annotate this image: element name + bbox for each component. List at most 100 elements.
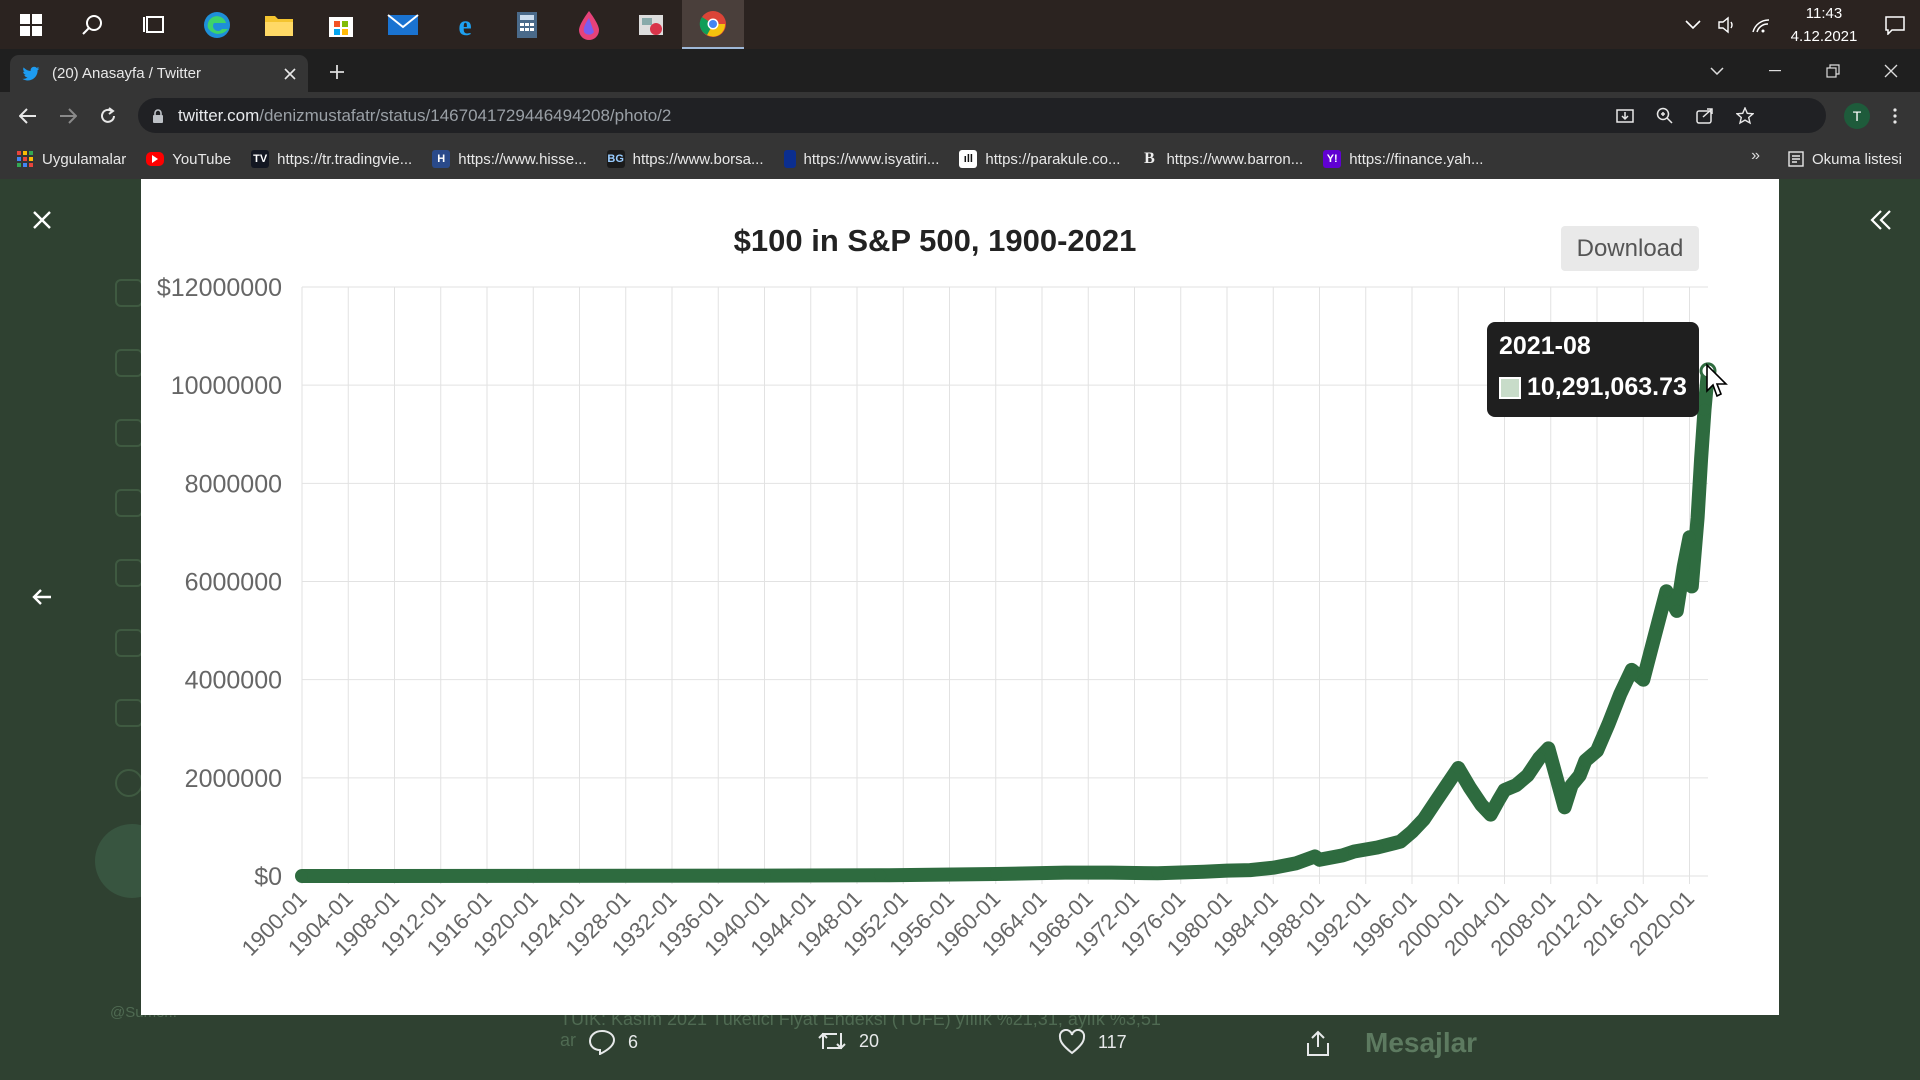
hisse-icon: H	[432, 150, 451, 168]
arrow-right-icon	[60, 108, 77, 124]
close-window-button[interactable]	[1862, 49, 1920, 92]
bookmark-label: https://parakule.co...	[985, 150, 1121, 168]
tab-close-icon[interactable]	[284, 67, 296, 80]
more-icon	[115, 769, 143, 797]
install-app-icon[interactable]	[1610, 102, 1640, 130]
bookmark-youtube[interactable]: YouTube	[146, 151, 231, 168]
close-photo-button[interactable]	[28, 206, 56, 234]
data-point	[1371, 841, 1384, 854]
bookmark-label: YouTube	[172, 150, 232, 168]
paint-drop-icon[interactable]	[558, 0, 620, 49]
browser-tab-twitter[interactable]: (20) Anasayfa / Twitter	[10, 55, 308, 92]
clock-time: 11:43	[1805, 4, 1843, 22]
chrome-icon[interactable]	[682, 0, 744, 49]
notification-icon[interactable]	[1870, 0, 1920, 49]
chart-series	[295, 362, 1717, 883]
expand-sidebar-button[interactable]	[1866, 206, 1896, 234]
kebab-menu-icon[interactable]	[1880, 100, 1910, 132]
bookmark-apps[interactable]: Uygulamalar	[16, 150, 126, 168]
taskbar-clock[interactable]: 11:43 4.12.2021	[1784, 2, 1864, 48]
data-point	[1602, 717, 1615, 730]
data-point	[1221, 864, 1233, 877]
data-point	[1670, 604, 1683, 617]
reply-count: 6	[628, 1031, 639, 1052]
data-point	[1348, 845, 1361, 858]
new-tab-button[interactable]	[322, 57, 352, 87]
calculator-icon[interactable]	[496, 0, 558, 49]
store-icon[interactable]	[310, 0, 372, 49]
edge-icon[interactable]	[186, 0, 248, 49]
windows-taskbar: e 11:43 4.12.2021	[0, 0, 1920, 49]
close-icon	[33, 211, 51, 229]
y-tick-label: 8000000	[185, 470, 282, 498]
previous-photo-button[interactable]	[28, 583, 56, 611]
data-point	[1406, 825, 1418, 838]
internet-explorer-icon[interactable]: e	[434, 0, 496, 49]
bookmark-isyatirim[interactable]: https://www.isyatiri...	[783, 150, 939, 168]
bookmark-star-icon[interactable]	[1730, 102, 1760, 130]
bookmarks-bar: Uygulamalar YouTube TV https://tr.tradin…	[0, 139, 1920, 179]
reply-icon	[588, 1029, 616, 1055]
profile-avatar[interactable]: T	[1844, 103, 1870, 129]
data-point	[1591, 744, 1603, 757]
mail-icon[interactable]	[372, 0, 434, 49]
bookmark-parakule[interactable]: ıll https://parakule.co...	[959, 150, 1120, 168]
home-icon	[115, 279, 143, 307]
zoom-icon[interactable]	[1650, 102, 1680, 130]
task-view-icon[interactable]	[124, 0, 186, 49]
bookmark-hisse[interactable]: H https://www.hisse...	[432, 150, 587, 168]
bookmark-barrons[interactable]: B https://www.barron...	[1140, 150, 1303, 168]
reading-list-button[interactable]: Okuma listesi	[1788, 139, 1902, 179]
folder-icon[interactable]	[248, 0, 310, 49]
chevron-down-icon	[1710, 66, 1724, 75]
bookmark-borsa[interactable]: BG https://www.borsa...	[606, 150, 764, 168]
snip-tool-icon[interactable]	[620, 0, 682, 49]
volume-icon[interactable]	[1710, 0, 1744, 49]
data-point	[1151, 867, 1164, 880]
barrons-icon: B	[1144, 150, 1155, 167]
data-point	[1542, 742, 1555, 755]
retweet-button[interactable]: 20	[817, 1029, 879, 1053]
reading-list-label: Okuma listesi	[1811, 150, 1902, 168]
bookmark-yahoo-finance[interactable]: Y! https://finance.yah...	[1323, 150, 1483, 168]
restore-button[interactable]	[1804, 49, 1862, 92]
address-bar[interactable]: twitter.com/denizmustafatr/status/146704…	[138, 98, 1826, 133]
bookmark-label: https://www.borsa...	[632, 150, 764, 168]
data-point	[1533, 752, 1546, 765]
data-point	[1197, 865, 1210, 878]
retweet-icon	[818, 1032, 846, 1050]
data-point	[1394, 835, 1407, 848]
share-icon	[1307, 1030, 1329, 1056]
chart: $0 2000000 4000000 6000000 8000000 10000000 $1…	[157, 274, 1717, 961]
heart-icon	[1058, 1029, 1086, 1055]
share-button[interactable]	[1305, 1029, 1331, 1057]
close-icon	[1884, 64, 1898, 77]
isyatirim-icon	[783, 150, 796, 168]
chevron-up-icon[interactable]	[1676, 0, 1710, 49]
forward-button[interactable]	[52, 100, 84, 132]
data-point	[1683, 531, 1696, 544]
share-icon[interactable]	[1690, 102, 1720, 130]
reply-button[interactable]: 6	[588, 1029, 638, 1055]
tab-search-button[interactable]	[1688, 49, 1746, 92]
reload-button[interactable]	[92, 100, 124, 132]
wifi-icon[interactable]	[1744, 0, 1778, 49]
data-point	[1267, 861, 1280, 874]
back-button[interactable]	[12, 100, 44, 132]
windows-start-icon[interactable]	[0, 0, 62, 49]
minimize-button[interactable]	[1746, 49, 1804, 92]
y-tick-label: 10000000	[171, 372, 282, 400]
bookmarks-overflow-button[interactable]: »	[1751, 147, 1760, 165]
tweet-photo[interactable]: $0 2000000 4000000 6000000 8000000 10000000 $1…	[141, 179, 1779, 1015]
bookmark-tradingview[interactable]: TV https://tr.tradingvie...	[251, 150, 412, 168]
like-button[interactable]: 117	[1058, 1029, 1127, 1055]
data-point	[1244, 864, 1257, 877]
tooltip-date: 2021-08	[1499, 332, 1591, 360]
tab-title: (20) Anasayfa / Twitter	[52, 65, 201, 82]
data-point	[1660, 585, 1673, 598]
double-chevron-left-icon	[1870, 210, 1891, 230]
download-button[interactable]: Download	[1561, 226, 1699, 271]
data-point	[1498, 784, 1511, 797]
search-icon[interactable]	[62, 0, 124, 49]
lists-icon	[115, 629, 143, 657]
